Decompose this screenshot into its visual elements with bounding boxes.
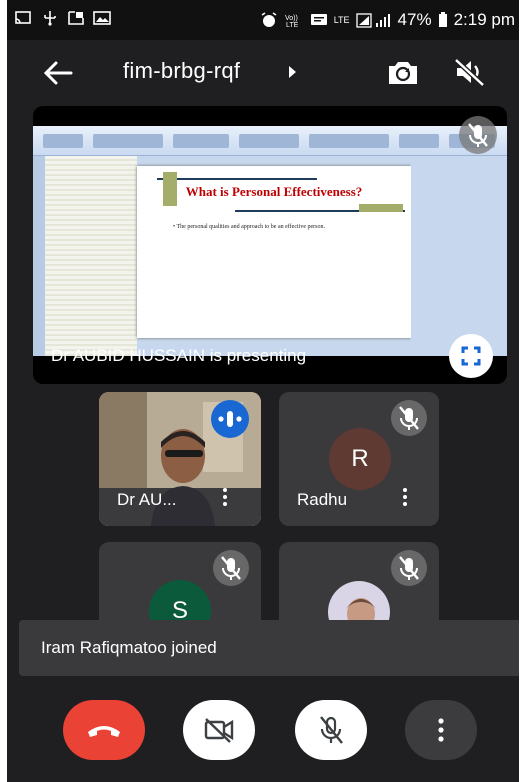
switch-camera-icon[interactable] xyxy=(385,56,421,88)
slide-title: What is Personal Effectiveness? xyxy=(185,184,363,199)
join-notification: Iram Rafiqmatoo joined xyxy=(19,620,519,676)
mic-off-icon xyxy=(391,550,427,586)
cast-icon xyxy=(15,11,31,24)
meeting-header: fim-brbg-rqf xyxy=(7,44,519,100)
caret-right-icon[interactable] xyxy=(289,66,296,78)
network-type: LTE xyxy=(333,15,350,25)
signal-icon xyxy=(355,13,390,28)
battery-icon xyxy=(438,12,447,27)
hang-up-icon xyxy=(88,726,120,737)
participant-tile[interactable]: Dr AU... xyxy=(99,392,261,526)
ppt-ribbon xyxy=(33,126,507,156)
presentation-tile[interactable]: What is Personal Effectiveness? • The pe… xyxy=(33,106,507,384)
meet-screen: Vo)) LTE LTE 47% 2:19 pm fim-brbg-rqf Wh… xyxy=(7,0,519,782)
slide-thumbnails xyxy=(45,156,137,356)
toggle-camera-button[interactable] xyxy=(183,700,255,760)
svg-text:LTE: LTE xyxy=(286,22,299,28)
shared-screen: What is Personal Effectiveness? • The pe… xyxy=(33,126,507,356)
more-vert-icon[interactable] xyxy=(221,486,229,510)
fullscreen-icon[interactable] xyxy=(449,334,493,378)
mic-off-icon xyxy=(213,550,249,586)
participant-tile[interactable]: R Radhu xyxy=(279,392,439,526)
alarm-icon xyxy=(261,12,277,27)
screenshot-icon xyxy=(68,11,84,25)
presenter-label: Dr AUBID HUSSAIN is presenting xyxy=(51,346,307,365)
toggle-mic-button[interactable] xyxy=(295,700,367,760)
clock: 2:19 pm xyxy=(453,10,515,29)
volte-icon: Vo))LTE xyxy=(285,15,299,28)
slide-bullet: • The personal qualities and approach to… xyxy=(173,224,325,230)
svg-text:Vo)): Vo)) xyxy=(285,15,298,22)
speaker-off-icon[interactable] xyxy=(453,56,487,88)
more-options-button[interactable] xyxy=(405,700,477,760)
gallery-icon xyxy=(93,11,111,25)
more-vert-icon xyxy=(438,718,444,742)
meeting-code[interactable]: fim-brbg-rqf xyxy=(123,58,240,84)
usb-icon xyxy=(44,11,56,26)
mic-off-icon xyxy=(320,716,343,744)
mic-off-icon xyxy=(391,400,427,436)
participant-name: Dr AU... xyxy=(117,490,177,509)
speaking-indicator-icon xyxy=(211,400,249,438)
join-notification-text: Iram Rafiqmatoo joined xyxy=(41,638,217,657)
status-bar: Vo)) LTE LTE 47% 2:19 pm xyxy=(7,0,519,40)
participant-name: Radhu xyxy=(297,490,348,509)
slide: What is Personal Effectiveness? • The pe… xyxy=(137,166,411,338)
avatar: R xyxy=(329,428,391,490)
more-vert-icon[interactable] xyxy=(401,486,409,510)
mic-off-icon xyxy=(459,116,497,154)
message-icon xyxy=(310,14,327,25)
back-arrow-icon[interactable] xyxy=(41,58,75,88)
battery-percent: 47% xyxy=(397,10,432,29)
camera-off-icon xyxy=(204,718,234,743)
end-call-button[interactable] xyxy=(63,700,145,760)
